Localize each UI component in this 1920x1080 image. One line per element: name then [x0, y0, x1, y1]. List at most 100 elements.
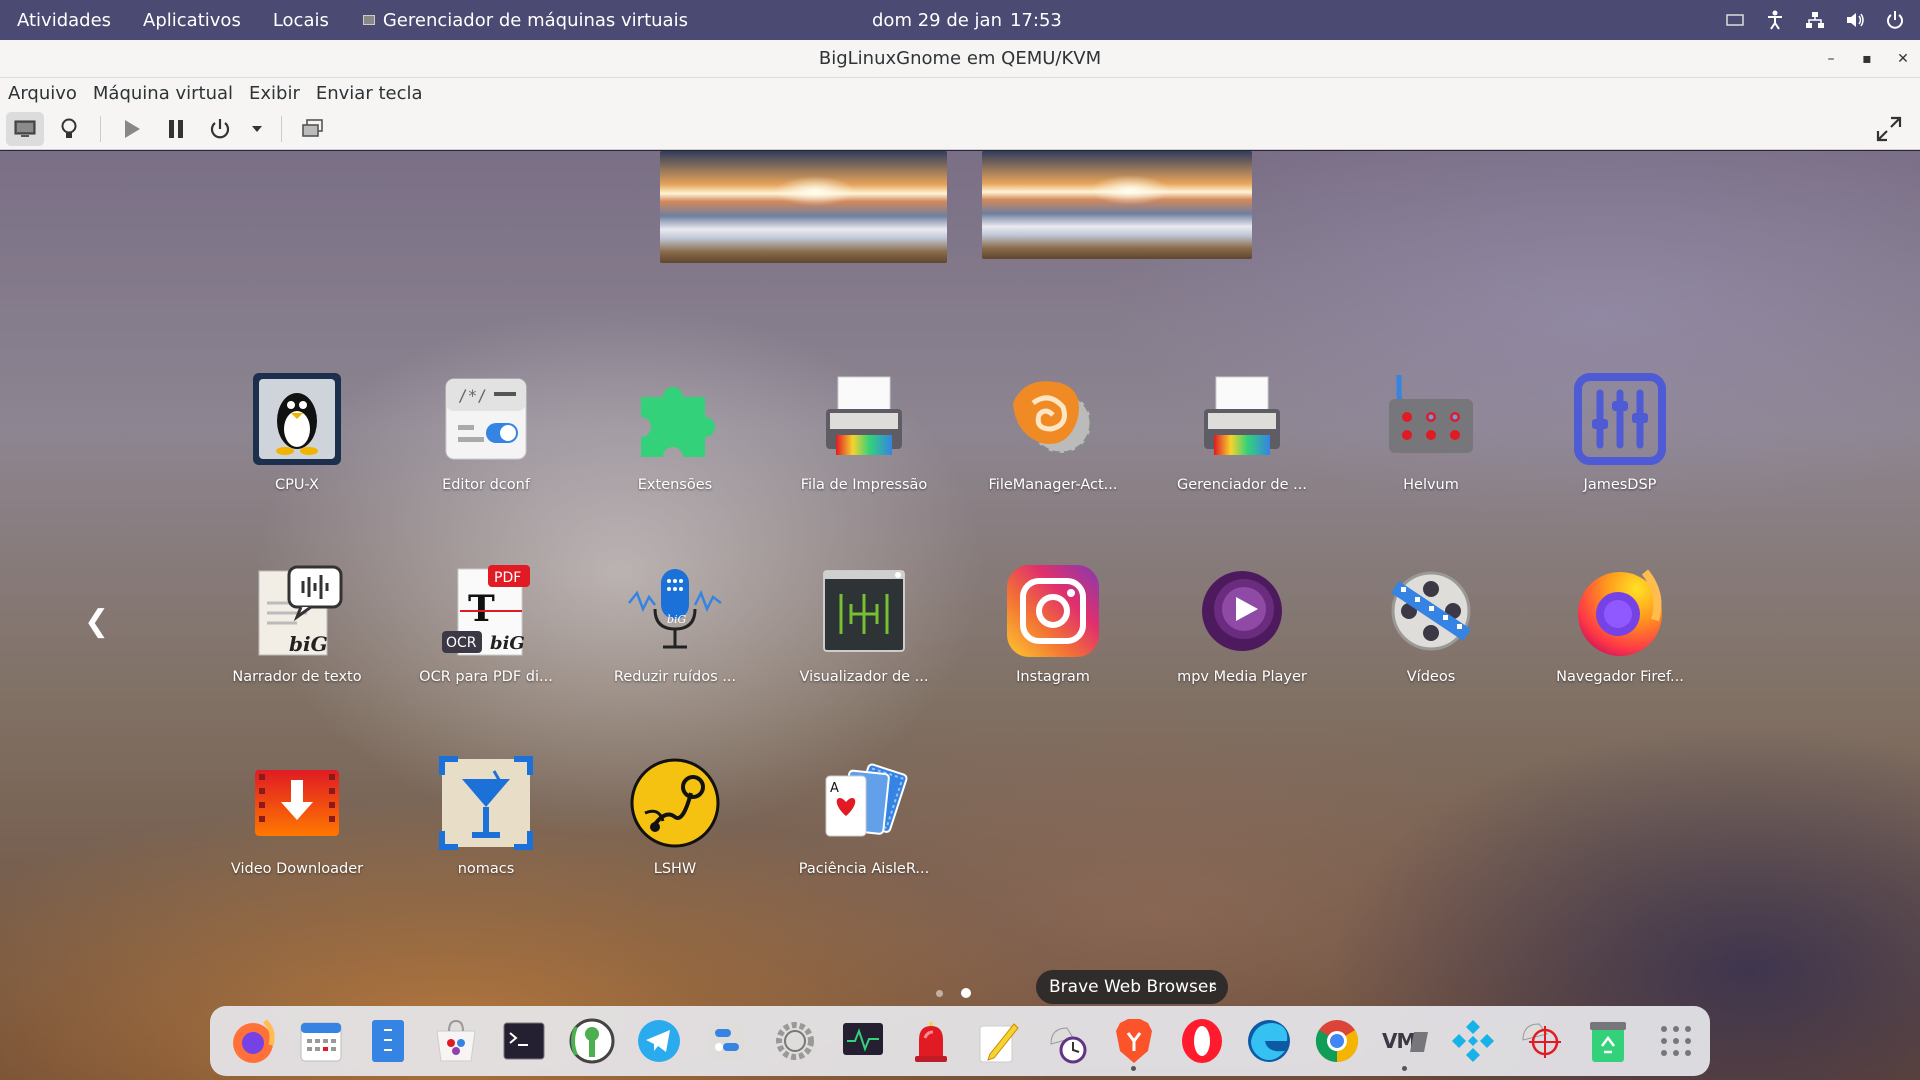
dock-settings-panel[interactable] — [693, 1010, 761, 1072]
app-ocr-pdf[interactable]: PDF T OCR biG OCR para PDF di... — [391, 561, 581, 701]
app-nomacs[interactable]: nomacs — [391, 753, 581, 893]
page-indicator — [936, 988, 971, 998]
dock-keepass[interactable] — [558, 1010, 626, 1072]
app-printer-manager[interactable]: Gerenciador de ... — [1147, 369, 1337, 509]
focused-app-menu[interactable]: Gerenciador de máquinas virtuais — [345, 10, 688, 31]
app-label: Fila de Impressão — [800, 477, 928, 493]
page-dot-1[interactable] — [936, 989, 943, 997]
maximize-icon[interactable]: ▪ — [1860, 51, 1874, 67]
dock-calendar[interactable] — [287, 1010, 355, 1072]
app-lshw[interactable]: LSHW — [580, 753, 770, 893]
run-button[interactable] — [113, 112, 151, 146]
network-icon[interactable] — [1804, 9, 1826, 31]
system-tray[interactable] — [1724, 0, 1906, 40]
app-text-narrator[interactable]: biG Narrador de texto — [202, 561, 392, 701]
dock-chrome[interactable] — [1303, 1010, 1371, 1072]
app-label: Narrador de texto — [232, 669, 362, 685]
shutdown-button[interactable] — [201, 112, 239, 146]
app-print-queue[interactable]: Fila de Impressão — [769, 369, 959, 509]
dock-brave[interactable] — [1100, 1010, 1168, 1072]
filemanager-actions-icon — [1003, 369, 1103, 469]
app-helvum[interactable]: Helvum — [1336, 369, 1526, 509]
app-video-downloader[interactable]: Video Downloader — [202, 753, 392, 893]
app-mpv[interactable]: mpv Media Player — [1147, 561, 1337, 701]
page-dot-2[interactable] — [961, 988, 971, 998]
shutdown-menu-button[interactable] — [245, 112, 269, 146]
app-extensions[interactable]: Extensões — [580, 369, 770, 509]
app-solitaire[interactable]: A Paciência AisleR... — [769, 753, 959, 893]
minimize-icon[interactable]: – — [1824, 51, 1838, 67]
dock-recycle[interactable] — [1574, 1010, 1642, 1072]
console-icon — [14, 120, 36, 137]
dock-system-monitor[interactable] — [829, 1010, 897, 1072]
pause-button[interactable] — [157, 112, 195, 146]
print-queue-icon — [814, 369, 914, 469]
svg-text:biG: biG — [490, 633, 525, 654]
dock-telegram[interactable] — [626, 1010, 694, 1072]
app-label: Video Downloader — [230, 861, 364, 877]
fullscreen-button[interactable] — [1870, 112, 1908, 146]
dock-software[interactable] — [422, 1010, 490, 1072]
applications-menu[interactable]: Aplicativos — [127, 10, 257, 31]
volume-icon[interactable] — [1844, 9, 1866, 31]
app-firefox[interactable]: Navegador Firef... — [1525, 561, 1715, 701]
dock-terminal[interactable] — [490, 1010, 558, 1072]
software-icon — [436, 1019, 476, 1062]
app-dconf-editor[interactable]: /*/ Editor dconf — [391, 369, 581, 509]
dock-alarm[interactable] — [897, 1010, 965, 1072]
svg-text:VM: VM — [1382, 1029, 1415, 1053]
app-noise-reduction[interactable]: biG Reduzir ruídos ... — [580, 561, 770, 701]
power-icon[interactable] — [1884, 9, 1906, 31]
dock-tooltip-tail: s — [1210, 980, 1217, 995]
dock-gear-settings[interactable] — [761, 1010, 829, 1072]
menu-exibir[interactable]: Exibir — [241, 83, 308, 104]
previous-page-arrow[interactable]: ❮ — [84, 604, 109, 639]
clock[interactable]: dom 29 de jan 17:53 — [872, 0, 1062, 40]
app-label: Gerenciador de ... — [1176, 477, 1307, 493]
dock-opera[interactable] — [1168, 1010, 1236, 1072]
dock-clock[interactable] — [1032, 1010, 1100, 1072]
places-menu[interactable]: Locais — [257, 10, 345, 31]
gear-settings-icon — [776, 1022, 814, 1060]
details-button[interactable] — [50, 112, 88, 146]
close-icon[interactable]: ✕ — [1896, 51, 1910, 67]
svg-text:biG: biG — [289, 632, 328, 656]
dock-virt-manager[interactable]: VM — [1371, 1010, 1439, 1072]
chevron-down-icon — [252, 125, 262, 132]
dock-edge[interactable] — [1235, 1010, 1303, 1072]
dock-files[interactable] — [355, 1010, 423, 1072]
dock-firefox[interactable] — [219, 1010, 287, 1072]
recycle-icon — [1590, 1022, 1627, 1062]
app-videos[interactable]: Vídeos — [1336, 561, 1526, 701]
workspace-thumbnail-1[interactable] — [660, 151, 947, 263]
accessibility-icon[interactable] — [1764, 9, 1786, 31]
svg-text:A: A — [830, 781, 839, 796]
menu-arquivo[interactable]: Arquivo — [0, 83, 85, 104]
screen-icon[interactable] — [1724, 9, 1746, 31]
menu-enviar-tecla[interactable]: Enviar tecla — [308, 83, 431, 104]
app-viewer[interactable]: Visualizador de ... — [769, 561, 959, 701]
activities-button[interactable]: Atividades — [0, 10, 127, 31]
app-instagram[interactable]: Instagram — [958, 561, 1148, 701]
snapshots-button[interactable] — [294, 112, 332, 146]
window-titlebar[interactable]: BigLinuxGnome em QEMU/KVM – ▪ ✕ — [0, 40, 1920, 78]
files-icon — [372, 1020, 405, 1062]
workspace-thumbnail-2[interactable] — [982, 151, 1252, 259]
chrome-icon — [1316, 1020, 1359, 1063]
dock-app-grid[interactable] — [1642, 1010, 1710, 1072]
terminal-icon — [503, 1022, 545, 1060]
edge-icon — [1248, 1020, 1291, 1062]
console-button[interactable] — [6, 111, 44, 146]
clock-icon — [1050, 1027, 1087, 1064]
app-filemanager-actions[interactable]: FileManager-Act... — [958, 369, 1148, 509]
dock-kodi[interactable] — [1439, 1010, 1507, 1072]
dock-screenshot[interactable] — [1507, 1010, 1575, 1072]
guest-display[interactable]: ❮ CPU-X /*/ Editor dconf Extensões Fila … — [0, 151, 1920, 1080]
app-cpu-x[interactable]: CPU-X — [202, 369, 392, 509]
app-grid-icon — [1660, 1026, 1691, 1056]
menu-maquina-virtual[interactable]: Máquina virtual — [85, 83, 241, 104]
instagram-icon — [1003, 561, 1103, 661]
app-jamesdsp[interactable]: JamesDSP — [1525, 369, 1715, 509]
window-title: BigLinuxGnome em QEMU/KVM — [818, 48, 1102, 69]
dock-text-editor[interactable] — [964, 1010, 1032, 1072]
